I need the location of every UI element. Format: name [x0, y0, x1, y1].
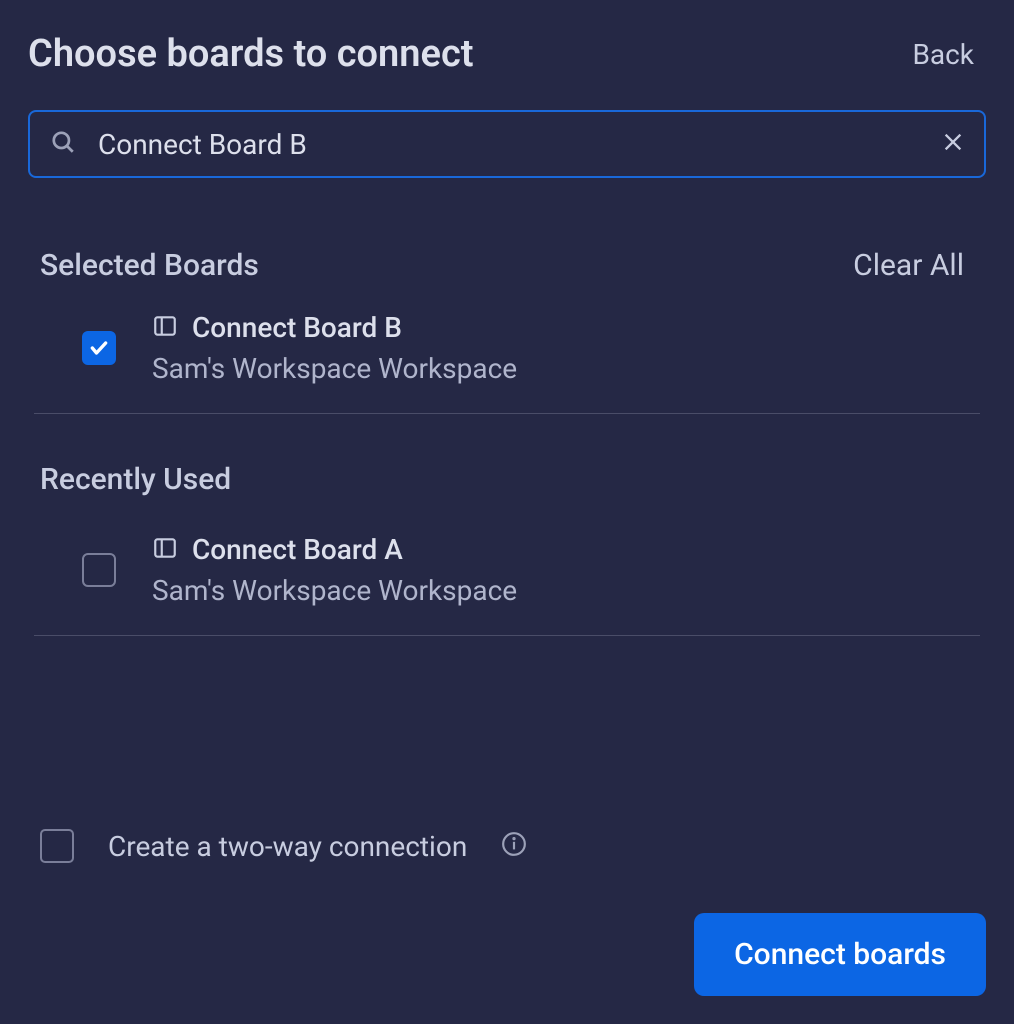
page-title: Choose boards to connect — [28, 32, 474, 76]
selected-boards-heading: Selected Boards — [40, 248, 259, 283]
clear-all-button[interactable]: Clear All — [853, 248, 964, 283]
board-icon — [152, 313, 178, 343]
info-icon[interactable] — [501, 831, 527, 861]
board-icon — [152, 535, 178, 565]
search-input[interactable] — [98, 128, 930, 161]
board-name: Connect Board A — [192, 533, 403, 566]
board-checkbox[interactable] — [82, 553, 116, 587]
recently-used-heading: Recently Used — [40, 462, 231, 497]
two-way-checkbox[interactable] — [40, 829, 74, 863]
search-box[interactable] — [28, 110, 986, 178]
board-item-recent[interactable]: Connect Board A Sam's Workspace Workspac… — [34, 505, 980, 636]
two-way-label: Create a two-way connection — [108, 830, 467, 863]
connect-boards-button[interactable]: Connect boards — [694, 913, 986, 996]
board-workspace: Sam's Workspace Workspace — [152, 574, 517, 607]
board-workspace: Sam's Workspace Workspace — [152, 352, 517, 385]
back-button[interactable]: Back — [912, 38, 974, 71]
board-checkbox[interactable] — [82, 331, 116, 365]
board-item-selected[interactable]: Connect Board B Sam's Workspace Workspac… — [34, 283, 980, 414]
search-icon — [50, 129, 98, 159]
board-name: Connect Board B — [192, 311, 402, 344]
clear-search-icon[interactable] — [930, 131, 964, 157]
